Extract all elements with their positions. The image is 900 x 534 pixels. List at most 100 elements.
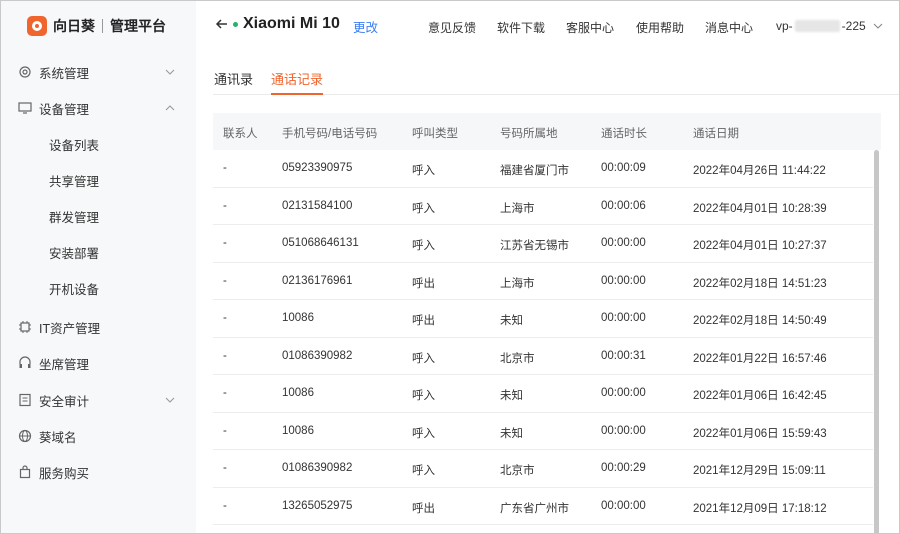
chevron-down-icon bbox=[873, 23, 883, 29]
sidebar-subitem-broadcast[interactable]: 群发管理 bbox=[1, 199, 196, 233]
cell-duration: 00:00:29 bbox=[601, 462, 646, 474]
account-suffix: -225 bbox=[841, 19, 866, 33]
sidebar-item-label: 坐席管理 bbox=[39, 357, 90, 372]
account-menu[interactable]: vp- -225 bbox=[776, 19, 884, 33]
cell-date: 2022年02月18日 14:50:49 bbox=[693, 315, 827, 327]
cell-call-type: 呼入 bbox=[412, 165, 435, 177]
audit-icon bbox=[17, 392, 33, 408]
call-log-table: 联系人 手机号码/电话号码 呼叫类型 号码所属地 通话时长 通话日期 - 0592… bbox=[213, 113, 881, 533]
sidebar-item-label: 服务购买 bbox=[39, 466, 90, 481]
tab-call-log[interactable]: 通话记录 bbox=[271, 69, 323, 88]
cell-contact: - bbox=[223, 199, 227, 212]
nav-messages[interactable]: 消息中心 bbox=[705, 19, 753, 36]
top-header: Xiaomi Mi 10 更改 意见反馈 软件下载 客服中心 使用帮助 消息中心… bbox=[196, 1, 899, 51]
account-prefix: vp- bbox=[776, 19, 793, 33]
cell-location: 广东省广州市 bbox=[500, 502, 569, 515]
gear-icon bbox=[17, 64, 33, 80]
sidebar-subitem-deploy[interactable]: 安装部署 bbox=[1, 235, 196, 269]
cell-duration: 00:00:00 bbox=[601, 274, 646, 287]
cell-call-type: 呼入 bbox=[412, 427, 435, 440]
rename-link[interactable]: 更改 bbox=[353, 17, 378, 36]
sidebar-item-seats[interactable]: 坐席管理 bbox=[1, 346, 196, 380]
app-window: 向日葵 管理平台 系统管理 设备管理 设备列表 共享管理 群发管理 安装部署 开… bbox=[0, 0, 900, 534]
cell-duration: 00:00:00 bbox=[601, 499, 646, 512]
cell-contact: - bbox=[223, 387, 227, 399]
redacted-account bbox=[794, 20, 840, 32]
table-row[interactable]: - 05923390975 呼入 福建省厦门市 00:00:09 2022年04月26日 … bbox=[213, 150, 873, 188]
cell-duration: 00:00:31 bbox=[601, 349, 646, 362]
chevron-up-icon bbox=[165, 105, 175, 111]
chip-icon bbox=[17, 319, 33, 335]
cell-duration: 00:00:00 bbox=[601, 387, 646, 399]
table-scrollbar[interactable] bbox=[874, 150, 879, 533]
cell-date: 2022年04月26日 11:44:22 bbox=[693, 165, 826, 177]
table-row[interactable]: - 02136176961 呼出 上海市 00:00:00 2022年02月18日 14:… bbox=[213, 263, 873, 300]
sidebar-item-purchase[interactable]: 服务购买 bbox=[1, 455, 196, 489]
cell-location: 未知 bbox=[500, 315, 523, 327]
cell-location: 未知 bbox=[500, 390, 523, 402]
cell-location: 上海市 bbox=[500, 202, 535, 215]
sidebar-item-system[interactable]: 系统管理 bbox=[1, 55, 196, 89]
table-row[interactable]: - 10086 呼入 未知 00:00:00 2022年01月06日 16:42:45 bbox=[213, 375, 873, 413]
table-row[interactable]: - 10086 呼出 未知 00:00:00 2022年02月18日 14:50:49 bbox=[213, 300, 873, 338]
cell-duration: 00:00:00 bbox=[601, 424, 646, 437]
sidebar-subitem-boot[interactable]: 开机设备 bbox=[1, 271, 196, 305]
sidebar-item-audit[interactable]: 安全审计 bbox=[1, 383, 196, 417]
cell-number: 05923390975 bbox=[282, 162, 353, 174]
table-row[interactable]: - 13265052975 呼出 广东省广州市 00:00:00 2021年12月09日 … bbox=[213, 488, 873, 525]
cell-contact: - bbox=[223, 162, 227, 174]
online-status-dot bbox=[233, 22, 238, 27]
cell-duration: 00:00:00 bbox=[601, 312, 646, 324]
nav-feedback[interactable]: 意见反馈 bbox=[428, 19, 476, 36]
cell-date: 2021年12月29日 15:09:11 bbox=[693, 465, 826, 477]
cell-number: 051068646131 bbox=[282, 237, 359, 249]
nav-download[interactable]: 软件下载 bbox=[497, 19, 545, 36]
globe-icon bbox=[17, 428, 33, 444]
active-tab-indicator bbox=[271, 93, 323, 95]
cell-duration: 00:00:06 bbox=[601, 199, 646, 212]
tab-bar: 通讯录 通话记录 bbox=[213, 59, 899, 95]
cell-number: 10086 bbox=[282, 424, 314, 437]
monitor-icon bbox=[17, 100, 33, 116]
table-row[interactable]: - 01086390982 呼入 北京市 00:00:29 2021年12月29日 15:… bbox=[213, 450, 873, 488]
cell-date: 2022年02月18日 14:51:23 bbox=[693, 277, 827, 290]
column-header-contact: 联系人 bbox=[223, 128, 258, 140]
cell-number: 13265052975 bbox=[282, 499, 353, 512]
sidebar-item-domain[interactable]: 葵域名 bbox=[1, 419, 196, 453]
table-row[interactable]: - 051068646131 呼入 江苏省无锡市 00:00:00 2022年04月01日… bbox=[213, 225, 873, 263]
cell-location: 上海市 bbox=[500, 277, 535, 290]
table-header: 联系人 手机号码/电话号码 呼叫类型 号码所属地 通话时长 通话日期 bbox=[213, 113, 881, 150]
cell-contact: - bbox=[223, 424, 227, 437]
sidebar: 向日葵 管理平台 系统管理 设备管理 设备列表 共享管理 群发管理 安装部署 开… bbox=[1, 1, 196, 533]
cell-call-type: 呼入 bbox=[412, 390, 435, 402]
cell-date: 2022年01月06日 16:42:45 bbox=[693, 390, 827, 402]
sidebar-item-it-assets[interactable]: IT资产管理 bbox=[1, 310, 196, 344]
sidebar-item-label: 葵域名 bbox=[39, 430, 77, 445]
sidebar-item-label: 设备管理 bbox=[39, 102, 90, 117]
column-header-call-type: 呼叫类型 bbox=[412, 128, 458, 140]
table-row[interactable]: - 02131584100 呼入 上海市 00:00:06 2022年04月01日 10:… bbox=[213, 188, 873, 225]
brand-divider bbox=[102, 19, 103, 33]
brand[interactable]: 向日葵 管理平台 bbox=[1, 1, 196, 51]
sidebar-subitem-device-list[interactable]: 设备列表 bbox=[1, 127, 196, 161]
table-row[interactable]: - 01086390982 呼入 北京市 00:00:31 2022年01月22日 16:… bbox=[213, 338, 873, 375]
cell-call-type: 呼出 bbox=[412, 502, 435, 515]
sidebar-item-label: 安全审计 bbox=[39, 394, 90, 409]
cell-call-type: 呼出 bbox=[412, 277, 435, 290]
table-row[interactable]: - 10086 呼入 未知 00:00:00 2022年01月06日 15:59:43 bbox=[213, 413, 873, 450]
tab-contacts[interactable]: 通讯录 bbox=[214, 69, 253, 88]
cell-location: 福建省厦门市 bbox=[500, 165, 569, 177]
cell-contact: - bbox=[223, 312, 227, 324]
sunflower-logo-icon bbox=[27, 16, 47, 36]
back-arrow-icon[interactable] bbox=[214, 16, 230, 32]
cell-date: 2021年12月09日 17:18:12 bbox=[693, 502, 827, 515]
nav-help[interactable]: 使用帮助 bbox=[636, 19, 684, 36]
sidebar-subitem-share[interactable]: 共享管理 bbox=[1, 163, 196, 197]
sidebar-item-device[interactable]: 设备管理 bbox=[1, 91, 196, 125]
cell-number: 01086390982 bbox=[282, 462, 353, 474]
cell-call-type: 呼入 bbox=[412, 240, 435, 252]
nav-support[interactable]: 客服中心 bbox=[566, 19, 614, 36]
brand-name: 向日葵 bbox=[53, 18, 95, 34]
cell-contact: - bbox=[223, 274, 227, 287]
cell-call-type: 呼入 bbox=[412, 352, 435, 365]
